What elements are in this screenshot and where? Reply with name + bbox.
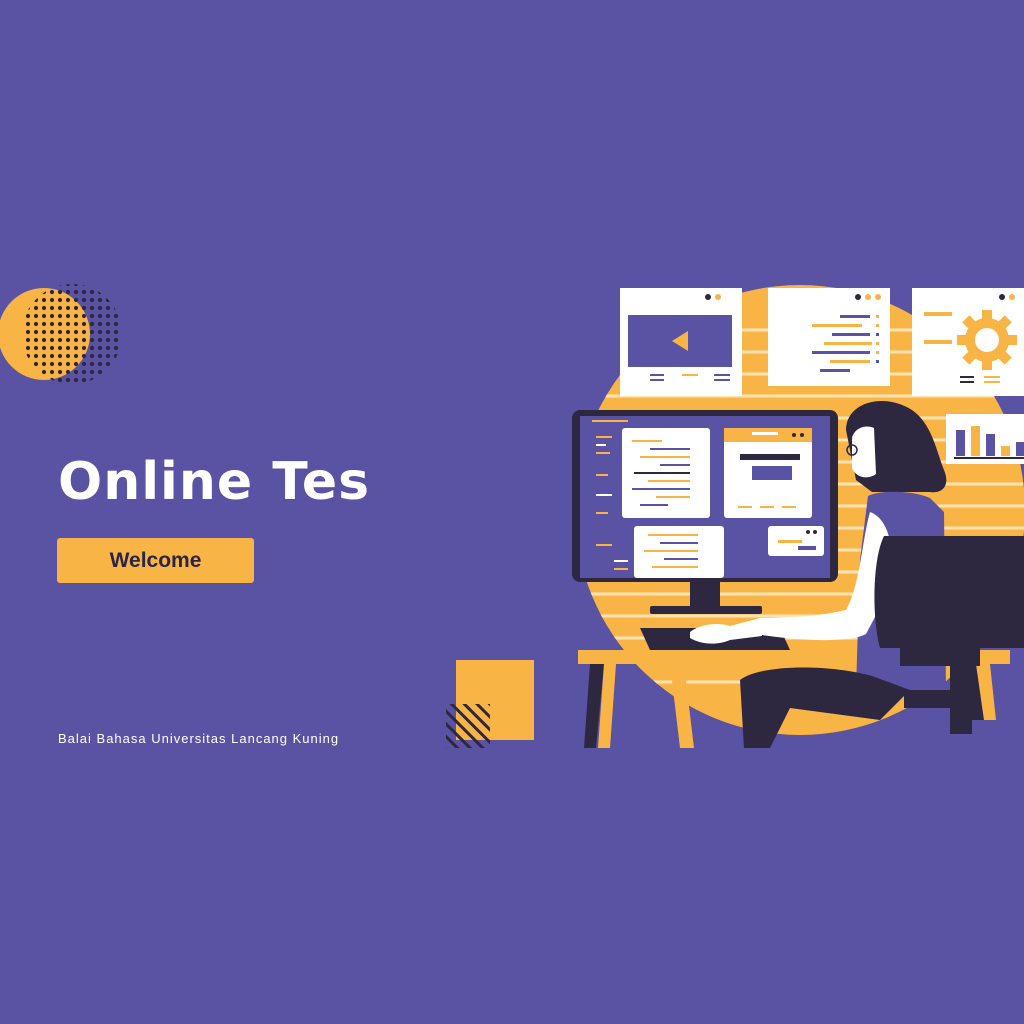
institution-name: Balai Bahasa Universitas Lancang Kuning [58,731,340,746]
gear-icon [957,310,1017,370]
page-title: Online Tes [58,452,371,512]
code-panel [768,288,890,386]
computer-worker-illustration [572,285,1024,748]
bar-chart-panel [946,414,1024,464]
settings-gear-panel [912,288,1024,396]
banner: Online Tes Welcome Balai Bahasa Universi… [0,0,1024,1024]
video-player-panel [620,288,742,396]
welcome-button[interactable]: Welcome [57,538,254,583]
